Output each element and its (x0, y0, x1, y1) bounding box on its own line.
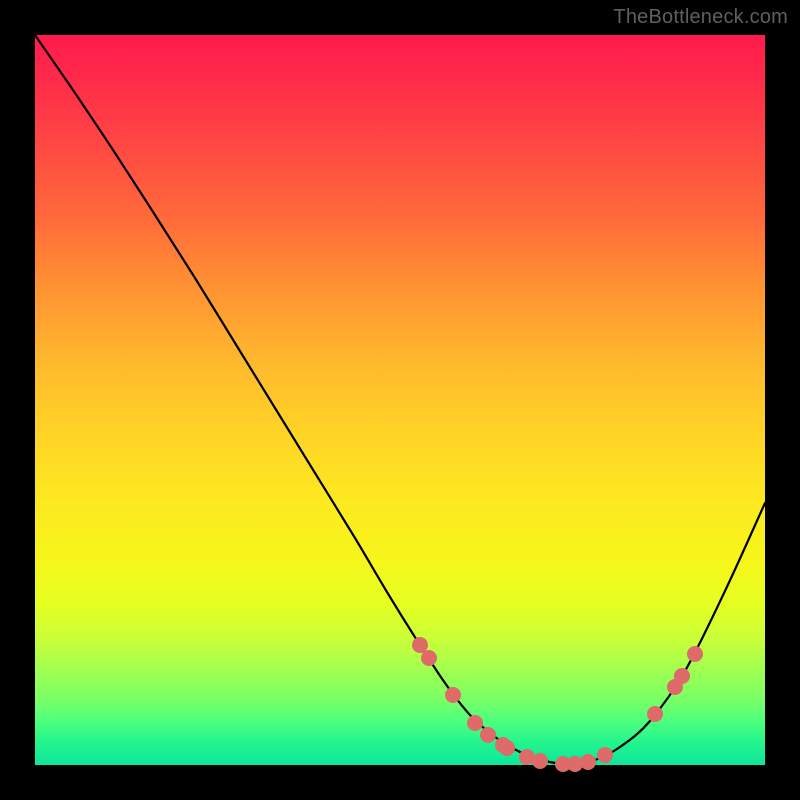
bottleneck-curve (35, 35, 765, 764)
data-point-marker (532, 753, 548, 769)
data-point-marker (647, 706, 663, 722)
chart-frame: TheBottleneck.com (0, 0, 800, 800)
marker-group (412, 637, 703, 772)
data-point-marker (480, 727, 496, 743)
data-point-marker (499, 740, 515, 756)
chart-svg (35, 35, 765, 765)
data-point-marker (674, 668, 690, 684)
data-point-marker (467, 715, 483, 731)
plot-area (35, 35, 765, 765)
data-point-marker (597, 747, 613, 763)
data-point-marker (412, 637, 428, 653)
data-point-marker (687, 646, 703, 662)
data-point-marker (445, 687, 461, 703)
data-point-marker (421, 650, 437, 666)
attribution-text: TheBottleneck.com (613, 6, 788, 29)
data-point-marker (580, 754, 596, 770)
